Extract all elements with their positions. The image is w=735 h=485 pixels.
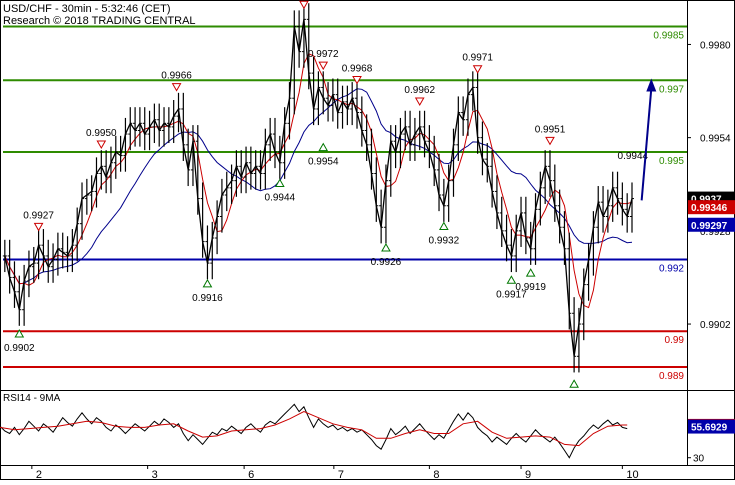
pivot-low-marker [569, 379, 579, 388]
x-tick-label: 9 [525, 469, 531, 480]
price-badge-label: 0.99297 [691, 221, 728, 232]
x-tick-label: 6 [248, 469, 254, 480]
rsi-line [0, 403, 628, 459]
main-plot-area: 0.9902 0.9927 0.9950 0.9966 0.9916 0.9944 0.99… [2, 0, 649, 404]
y-tick-label: 0.9980 [700, 40, 731, 51]
pivot-high-label: 0.9966 [161, 71, 192, 82]
pivot-low-label: 0.9902 [4, 343, 35, 354]
level-label-0.995: 0.995 [659, 156, 684, 167]
pivot-low-marker [506, 275, 517, 284]
x-tick-label: 3 [152, 469, 158, 480]
projection-arrow-shaft [640, 88, 653, 201]
pivot-low-marker [318, 142, 329, 152]
pivot-low-label: 0.9926 [371, 257, 402, 268]
y-tick-label: 0.9902 [700, 320, 731, 331]
rsi-y-tick-label: 30 [693, 454, 705, 465]
pivot-low-marker [438, 221, 449, 231]
pivot-high-marker [33, 222, 44, 232]
x-tick-label: 10 [626, 469, 638, 480]
price-chart: 2 3 6 7 8 9 100.99800.99540.99280.99020.99850.… [0, 0, 735, 481]
pivot-high-label: 0.9950 [86, 128, 117, 139]
inline-level-label: 0.9944 [618, 151, 649, 162]
pivot-low-label: 0.9944 [265, 192, 296, 203]
pivot-high-marker [545, 136, 555, 146]
chart-root: 2 3 6 7 8 9 10 0.9980 0.9954 0.9928 0.9902 0.9985 0.… [0, 0, 735, 485]
rsi-plot-area [0, 403, 628, 459]
rsi-ma-line [0, 411, 628, 447]
x-tick-label: 7 [338, 469, 344, 480]
price-badge-label: 0.99346 [691, 203, 728, 214]
pivot-high-marker [414, 97, 425, 106]
pivot-high-label: 0.9972 [308, 49, 339, 60]
pivot-high-label: 0.9971 [462, 53, 493, 64]
pivot-low-marker [525, 268, 536, 277]
x-tick-label: 8 [433, 469, 439, 480]
pivot-high-label: 0.9962 [404, 85, 435, 96]
pivot-high-marker [171, 83, 182, 92]
pivot-high-label: 0.9951 [535, 124, 566, 135]
level-label-0.99: 0.99 [665, 335, 685, 346]
pivot-low-label: 0.9916 [192, 293, 223, 304]
pivot-high-marker [299, 0, 309, 10]
pivot-low-marker [381, 243, 391, 252]
pivot-high-marker [318, 61, 329, 71]
x-tick-label: 2 [36, 469, 42, 480]
rsi-badge-label: 55.6929 [691, 423, 728, 434]
pivot-low-label: 0.9919 [515, 282, 546, 293]
pivot-high-marker [472, 65, 483, 74]
rsi-title: RSI14 - 9MA [3, 393, 61, 404]
level-label-0.992: 0.992 [659, 264, 684, 275]
pivot-low-label: 0.9932 [429, 236, 460, 247]
y-tick-label: 0.9954 [700, 134, 731, 145]
pivot-high-label: 0.9927 [23, 210, 54, 221]
pivot-high-marker [96, 140, 107, 149]
pivot-low-marker [202, 278, 213, 288]
level-label-0.9985: 0.9985 [653, 31, 684, 42]
chart-subtitle: Research © 2018 TRADING CENTRAL [3, 15, 196, 27]
pivot-low-label: 0.9888 [559, 393, 590, 404]
level-label-0.989: 0.989 [659, 371, 684, 382]
pivot-high-label: 0.9968 [342, 63, 373, 74]
pivot-low-label: 0.9954 [308, 157, 339, 168]
pivot-low-marker [274, 178, 285, 187]
price-line [4, 19, 633, 357]
level-label-0.997: 0.997 [659, 84, 684, 95]
